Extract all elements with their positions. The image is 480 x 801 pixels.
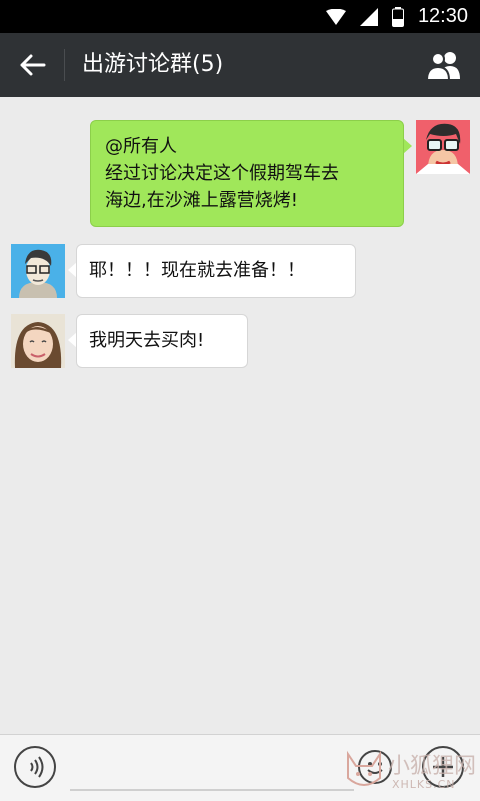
avatar[interactable]: [416, 120, 470, 174]
message-line: 耶！！！现在就去准备！！: [89, 260, 305, 281]
watermark-text: 小狐狸网: [388, 754, 477, 779]
status-bar: 12:30: [0, 0, 480, 33]
message-line: 经过讨论决定这个假期驾车去: [105, 163, 339, 184]
avatar-glasses-cartoon-icon: [416, 120, 470, 174]
message-line: @所有人: [105, 136, 177, 157]
signal-icon: [359, 7, 378, 26]
chat-bubble[interactable]: @所有人 经过讨论决定这个假期驾车去 海边,在沙滩上露营烧烤!: [90, 120, 404, 227]
voice-button[interactable]: [14, 746, 56, 788]
voice-icon: [30, 756, 44, 778]
group-members-icon[interactable]: [426, 49, 462, 81]
message-input[interactable]: [70, 751, 354, 791]
avatar-girl-photo-icon: [11, 314, 65, 368]
fox-logo-icon: [347, 750, 381, 786]
chat-bubble[interactable]: 我明天去买肉!: [76, 314, 248, 368]
battery-icon: [391, 6, 404, 27]
avatar-man-sketch-icon: [11, 244, 65, 298]
avatar[interactable]: [11, 244, 65, 298]
arrow-left-icon[interactable]: [16, 49, 48, 81]
status-icons: 12:30: [325, 0, 468, 33]
avatar[interactable]: [11, 314, 65, 368]
chat-bubble[interactable]: 耶！！！现在就去准备！！: [76, 244, 356, 298]
bubble-tail: [403, 138, 412, 154]
title-divider: [64, 49, 65, 81]
title-bar: 出游讨论群(5): [0, 33, 480, 97]
message-line: 海边,在沙滩上露营烧烤!: [105, 190, 298, 211]
watermark-subtext: XHLKS.CN: [392, 778, 456, 791]
status-time: 12:30: [417, 5, 468, 27]
wifi-icon: [325, 8, 346, 25]
message-line: 我明天去买肉!: [89, 330, 205, 351]
page-title: 出游讨论群(5): [82, 52, 224, 77]
